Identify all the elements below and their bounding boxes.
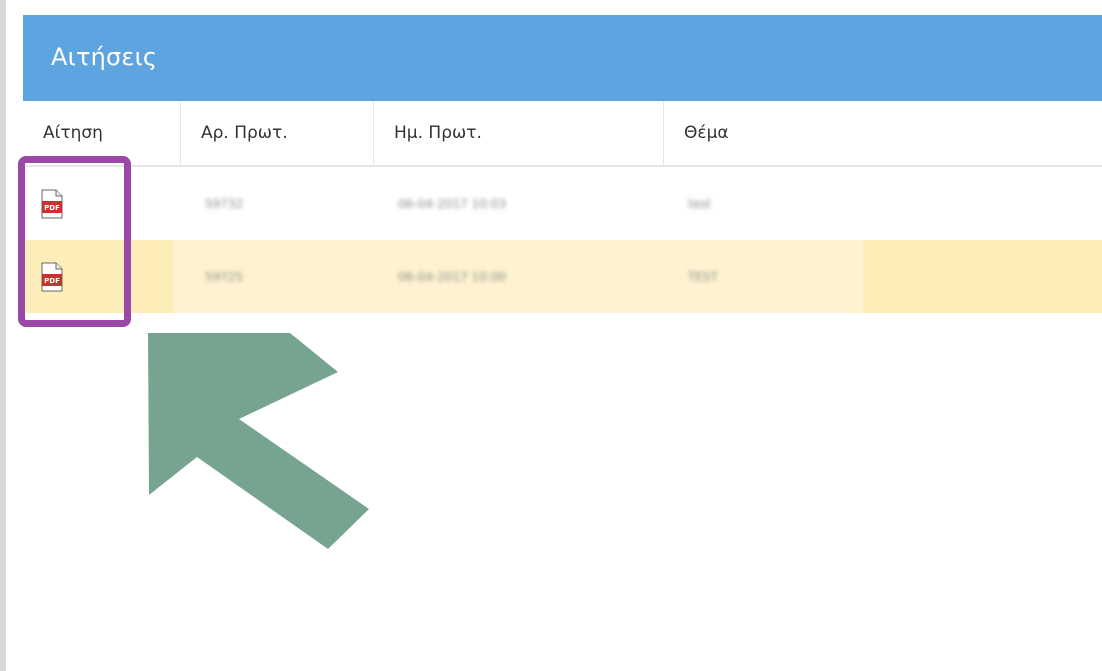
left-border [0,0,6,671]
protocol-date: 06-04-2017 10:03 [398,196,507,211]
table-row[interactable]: PDF 59732 06-04-2017 10:03 test [23,167,1102,240]
panel-header: Αιτήσεις [23,15,1102,101]
requests-table: Αίτηση Αρ. Πρωτ. Ημ. Πρωτ. Θέμα PDF 5973… [23,101,1102,313]
protocol-date: 06-04-2017 10:00 [398,269,507,284]
table-header: Αίτηση Αρ. Πρωτ. Ημ. Πρωτ. Θέμα [23,101,1102,167]
subject-cell: TEST [663,240,1102,313]
protocol-number: 59725 [205,269,244,284]
protocol-date-cell: 06-04-2017 10:00 [373,240,688,313]
protocol-number-cell: 59732 [180,167,398,240]
protocol-number: 59732 [205,196,244,211]
protocol-date-cell: 06-04-2017 10:03 [373,167,688,240]
protocol-number-cell: 59725 [180,240,398,313]
top-edge [6,0,1102,10]
pointer-arrow-icon [148,333,369,549]
column-protocol-number[interactable]: Αρ. Πρωτ. [180,101,373,165]
subject: test [688,196,712,211]
column-subject[interactable]: Θέμα [663,101,1102,165]
subject-cell: test [663,167,1102,240]
table-row[interactable]: PDF 59725 06-04-2017 10:00 TEST [23,240,1102,313]
subject: TEST [688,269,718,284]
column-protocol-date[interactable]: Ημ. Πρωτ. [373,101,663,165]
pdf-highlight-box [18,156,131,327]
panel-title: Αιτήσεις [51,43,158,71]
